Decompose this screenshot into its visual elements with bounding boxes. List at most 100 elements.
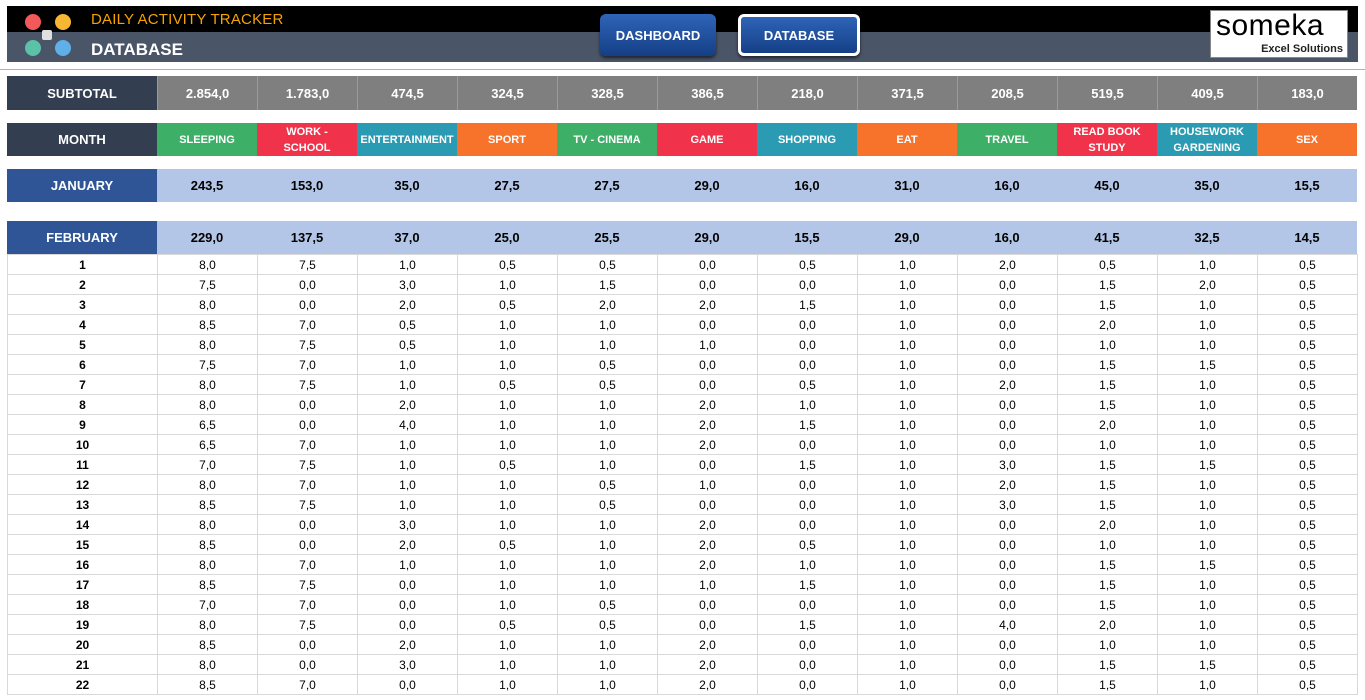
category-header[interactable]: HOUSEWORK GARDENING	[1157, 123, 1257, 156]
data-cell[interactable]: 1,0	[857, 294, 958, 315]
data-cell[interactable]: 2,0	[957, 474, 1058, 495]
data-cell[interactable]: 1,0	[357, 454, 458, 475]
data-cell[interactable]: 0,5	[357, 334, 458, 355]
data-cell[interactable]: 0,0	[757, 654, 858, 675]
february-total[interactable]: 14,5	[1257, 221, 1357, 254]
data-cell[interactable]: 1,0	[857, 414, 958, 435]
january-total[interactable]: 15,5	[1257, 169, 1357, 202]
january-total[interactable]: 31,0	[857, 169, 957, 202]
subtotal-value[interactable]: 2.854,0	[157, 76, 257, 110]
data-cell[interactable]: 1,0	[457, 394, 558, 415]
day-number[interactable]: 2	[7, 274, 158, 295]
data-cell[interactable]: 1,0	[857, 574, 958, 595]
data-cell[interactable]: 1,5	[1157, 654, 1258, 675]
data-cell[interactable]: 0,0	[357, 574, 458, 595]
data-cell[interactable]: 0,5	[457, 254, 558, 275]
data-cell[interactable]: 0,0	[657, 594, 758, 615]
data-cell[interactable]: 1,5	[1157, 554, 1258, 575]
data-cell[interactable]: 2,0	[1157, 274, 1258, 295]
data-cell[interactable]: 0,5	[1057, 254, 1158, 275]
data-cell[interactable]: 7,0	[257, 434, 358, 455]
data-cell[interactable]: 0,0	[657, 254, 758, 275]
data-cell[interactable]: 0,5	[1257, 354, 1358, 375]
data-cell[interactable]: 1,0	[1157, 514, 1258, 535]
data-cell[interactable]: 2,0	[1057, 514, 1158, 535]
data-cell[interactable]: 0,0	[757, 674, 858, 695]
data-cell[interactable]: 1,0	[457, 354, 558, 375]
data-cell[interactable]: 1,0	[1057, 434, 1158, 455]
data-cell[interactable]: 1,5	[1057, 354, 1158, 375]
data-cell[interactable]: 2,0	[657, 434, 758, 455]
category-header[interactable]: ENTERTAINMENT	[357, 123, 457, 156]
data-cell[interactable]: 0,0	[957, 314, 1058, 335]
data-cell[interactable]: 0,5	[757, 534, 858, 555]
category-header[interactable]: WORK - SCHOOL	[257, 123, 357, 156]
data-cell[interactable]: 1,0	[1057, 634, 1158, 655]
data-cell[interactable]: 0,0	[957, 294, 1058, 315]
data-cell[interactable]: 0,5	[1257, 374, 1358, 395]
day-number[interactable]: 3	[7, 294, 158, 315]
data-cell[interactable]: 0,0	[957, 674, 1058, 695]
february-total[interactable]: 25,0	[457, 221, 557, 254]
february-total[interactable]: 229,0	[157, 221, 257, 254]
subtotal-value[interactable]: 1.783,0	[257, 76, 357, 110]
data-cell[interactable]: 0,0	[957, 414, 1058, 435]
february-total[interactable]: 137,5	[257, 221, 357, 254]
data-cell[interactable]: 0,5	[557, 474, 658, 495]
subtotal-value[interactable]: 208,5	[957, 76, 1057, 110]
data-cell[interactable]: 8,5	[157, 674, 258, 695]
data-cell[interactable]: 1,0	[457, 414, 558, 435]
day-number[interactable]: 6	[7, 354, 158, 375]
data-cell[interactable]: 7,5	[257, 454, 358, 475]
data-cell[interactable]: 1,5	[1057, 294, 1158, 315]
category-header[interactable]: SLEEPING	[157, 123, 257, 156]
data-cell[interactable]: 0,0	[957, 534, 1058, 555]
data-cell[interactable]: 1,0	[857, 334, 958, 355]
data-cell[interactable]: 0,0	[657, 454, 758, 475]
data-cell[interactable]: 0,0	[657, 614, 758, 635]
data-cell[interactable]: 0,5	[1257, 594, 1358, 615]
data-cell[interactable]: 0,5	[1257, 334, 1358, 355]
data-cell[interactable]: 0,0	[257, 514, 358, 535]
data-cell[interactable]: 1,5	[1057, 494, 1158, 515]
data-cell[interactable]: 1,0	[557, 554, 658, 575]
data-cell[interactable]: 8,0	[157, 334, 258, 355]
data-cell[interactable]: 1,0	[457, 494, 558, 515]
data-cell[interactable]: 1,0	[857, 354, 958, 375]
data-cell[interactable]: 0,5	[1257, 274, 1358, 295]
data-cell[interactable]: 1,0	[1157, 594, 1258, 615]
data-cell[interactable]: 0,0	[657, 494, 758, 515]
data-cell[interactable]: 1,5	[1057, 394, 1158, 415]
data-cell[interactable]: 0,0	[657, 274, 758, 295]
day-number[interactable]: 14	[7, 514, 158, 535]
data-cell[interactable]: 1,0	[657, 574, 758, 595]
february-total[interactable]: 16,0	[957, 221, 1057, 254]
data-cell[interactable]: 3,0	[957, 494, 1058, 515]
february-total[interactable]: 29,0	[657, 221, 757, 254]
subtotal-value[interactable]: 474,5	[357, 76, 457, 110]
data-cell[interactable]: 0,5	[357, 314, 458, 335]
data-cell[interactable]: 1,0	[857, 594, 958, 615]
data-cell[interactable]: 1,5	[1057, 274, 1158, 295]
data-cell[interactable]: 1,0	[857, 554, 958, 575]
data-cell[interactable]: 0,5	[1257, 614, 1358, 635]
data-cell[interactable]: 7,5	[257, 614, 358, 635]
data-cell[interactable]: 7,5	[257, 494, 358, 515]
data-cell[interactable]: 1,0	[857, 434, 958, 455]
data-cell[interactable]: 1,0	[1157, 374, 1258, 395]
data-cell[interactable]: 0,5	[1257, 534, 1358, 555]
data-cell[interactable]: 0,0	[757, 274, 858, 295]
data-cell[interactable]: 0,0	[357, 594, 458, 615]
data-cell[interactable]: 1,0	[1057, 534, 1158, 555]
database-button[interactable]: DATABASE	[738, 14, 860, 56]
january-total[interactable]: 35,0	[357, 169, 457, 202]
data-cell[interactable]: 1,0	[857, 614, 958, 635]
data-cell[interactable]: 1,0	[557, 534, 658, 555]
data-cell[interactable]: 8,5	[157, 634, 258, 655]
data-cell[interactable]: 1,0	[557, 334, 658, 355]
data-cell[interactable]: 1,0	[657, 474, 758, 495]
data-cell[interactable]: 7,0	[257, 594, 358, 615]
subtotal-value[interactable]: 218,0	[757, 76, 857, 110]
category-header[interactable]: SEX	[1257, 123, 1357, 156]
data-cell[interactable]: 1,0	[1157, 294, 1258, 315]
